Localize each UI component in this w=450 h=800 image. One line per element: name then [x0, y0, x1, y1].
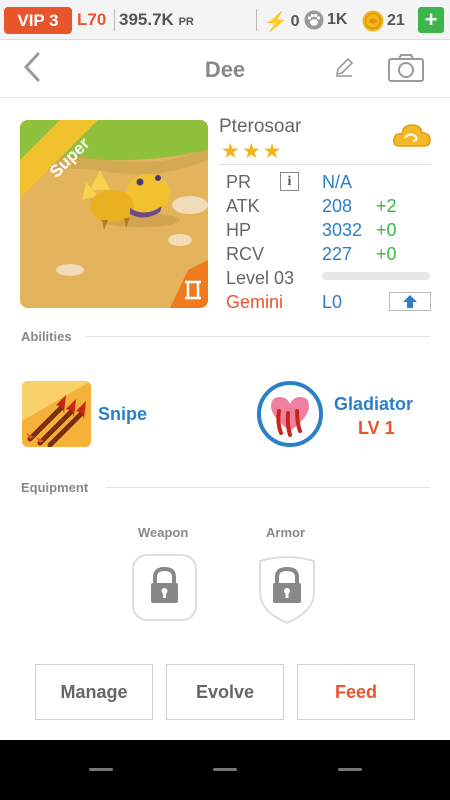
element-icon[interactable] [393, 120, 431, 157]
zodiac-upgrade-button[interactable] [389, 292, 431, 311]
energy-value: 0 [290, 13, 300, 30]
lightning-icon: ⚡ [264, 12, 288, 33]
abilities-heading: Abilities [21, 329, 72, 344]
stat-value-atk: 208 [322, 196, 353, 216]
stat-label-hp: HP [226, 220, 252, 240]
stat-label-pr: PR [226, 172, 252, 192]
armor-slot[interactable] [254, 553, 320, 630]
paw-value: 1K [327, 11, 348, 28]
pet-portrait[interactable]: Super [20, 120, 208, 308]
cloud-icon [393, 124, 431, 147]
paw-counter[interactable]: 1K [304, 10, 347, 30]
divider [106, 487, 430, 488]
heart-claw-icon [257, 381, 323, 447]
ability-snipe-label[interactable]: Snipe [98, 404, 147, 425]
info-icon[interactable]: i [280, 172, 299, 191]
pet-species: Pterosoar [219, 116, 302, 137]
coin-counter[interactable]: 21 [362, 10, 405, 32]
add-currency-button[interactable]: + [418, 7, 444, 33]
system-nav-bar [0, 740, 450, 800]
divider [114, 9, 115, 31]
star-rating: ★★★ [221, 140, 284, 163]
manage-button[interactable]: Manage [35, 664, 153, 720]
ability-snipe-icon[interactable] [22, 381, 91, 447]
arrow-up-icon [403, 295, 417, 308]
armor-label: Armor [266, 525, 306, 540]
coin-icon [362, 10, 384, 32]
ability-gladiator-icon[interactable] [257, 381, 323, 452]
player-level: L70 [77, 10, 107, 29]
stat-bonus-rcv: +0 [376, 244, 397, 264]
pencil-icon [335, 57, 354, 77]
nav-home-button[interactable] [213, 768, 237, 771]
stat-value-pr: N/A [322, 172, 353, 192]
nav-menu-button[interactable] [89, 768, 113, 771]
divider [86, 336, 430, 337]
nav-back-button[interactable] [338, 768, 362, 771]
paw-icon [304, 10, 324, 30]
level-progress-bar [322, 272, 430, 280]
pr-unit: PR [178, 16, 194, 28]
weapon-slot[interactable] [131, 553, 198, 627]
equipment-heading: Equipment [21, 480, 89, 495]
stat-value-hp: 3032 [322, 220, 363, 240]
divider [219, 164, 431, 165]
camera-icon [388, 54, 424, 82]
page-title: Dee [204, 57, 246, 82]
evolve-button[interactable]: Evolve [166, 664, 284, 720]
edit-name-button[interactable] [332, 55, 356, 84]
lock-icon [259, 556, 315, 625]
stat-value-rcv: 227 [322, 244, 353, 264]
ability-gladiator-label[interactable]: Gladiator [334, 394, 413, 415]
energy-counter[interactable]: ⚡ 0 [264, 10, 300, 34]
ability-gladiator-level: LV 1 [358, 418, 395, 438]
coin-value: 21 [387, 12, 405, 29]
stat-label-atk: ATK [226, 196, 260, 216]
weapon-label: Weapon [138, 525, 189, 540]
feed-button[interactable]: Feed [297, 664, 415, 720]
vip-badge[interactable]: VIP 3 [4, 7, 72, 34]
stat-label-rcv: RCV [226, 244, 265, 264]
stat-bonus-hp: +0 [376, 220, 397, 240]
status-bar: VIP 3 L70 395.7K PR ⚡ 0 1K 21 + [0, 0, 450, 40]
pr-value: 395.7K [119, 10, 174, 29]
zodiac-level: L0 [322, 292, 343, 312]
divider [256, 9, 257, 31]
zodiac-label: Gemini [226, 292, 284, 312]
camera-button[interactable] [387, 53, 425, 88]
lock-icon [132, 554, 197, 621]
stat-bonus-atk: +2 [376, 196, 397, 216]
pet-illustration [20, 120, 208, 308]
player-pr: 395.7K PR [119, 10, 194, 30]
level-label: Level 03 [226, 268, 295, 288]
header: Dee [0, 40, 450, 98]
arrows-icon [22, 381, 91, 447]
